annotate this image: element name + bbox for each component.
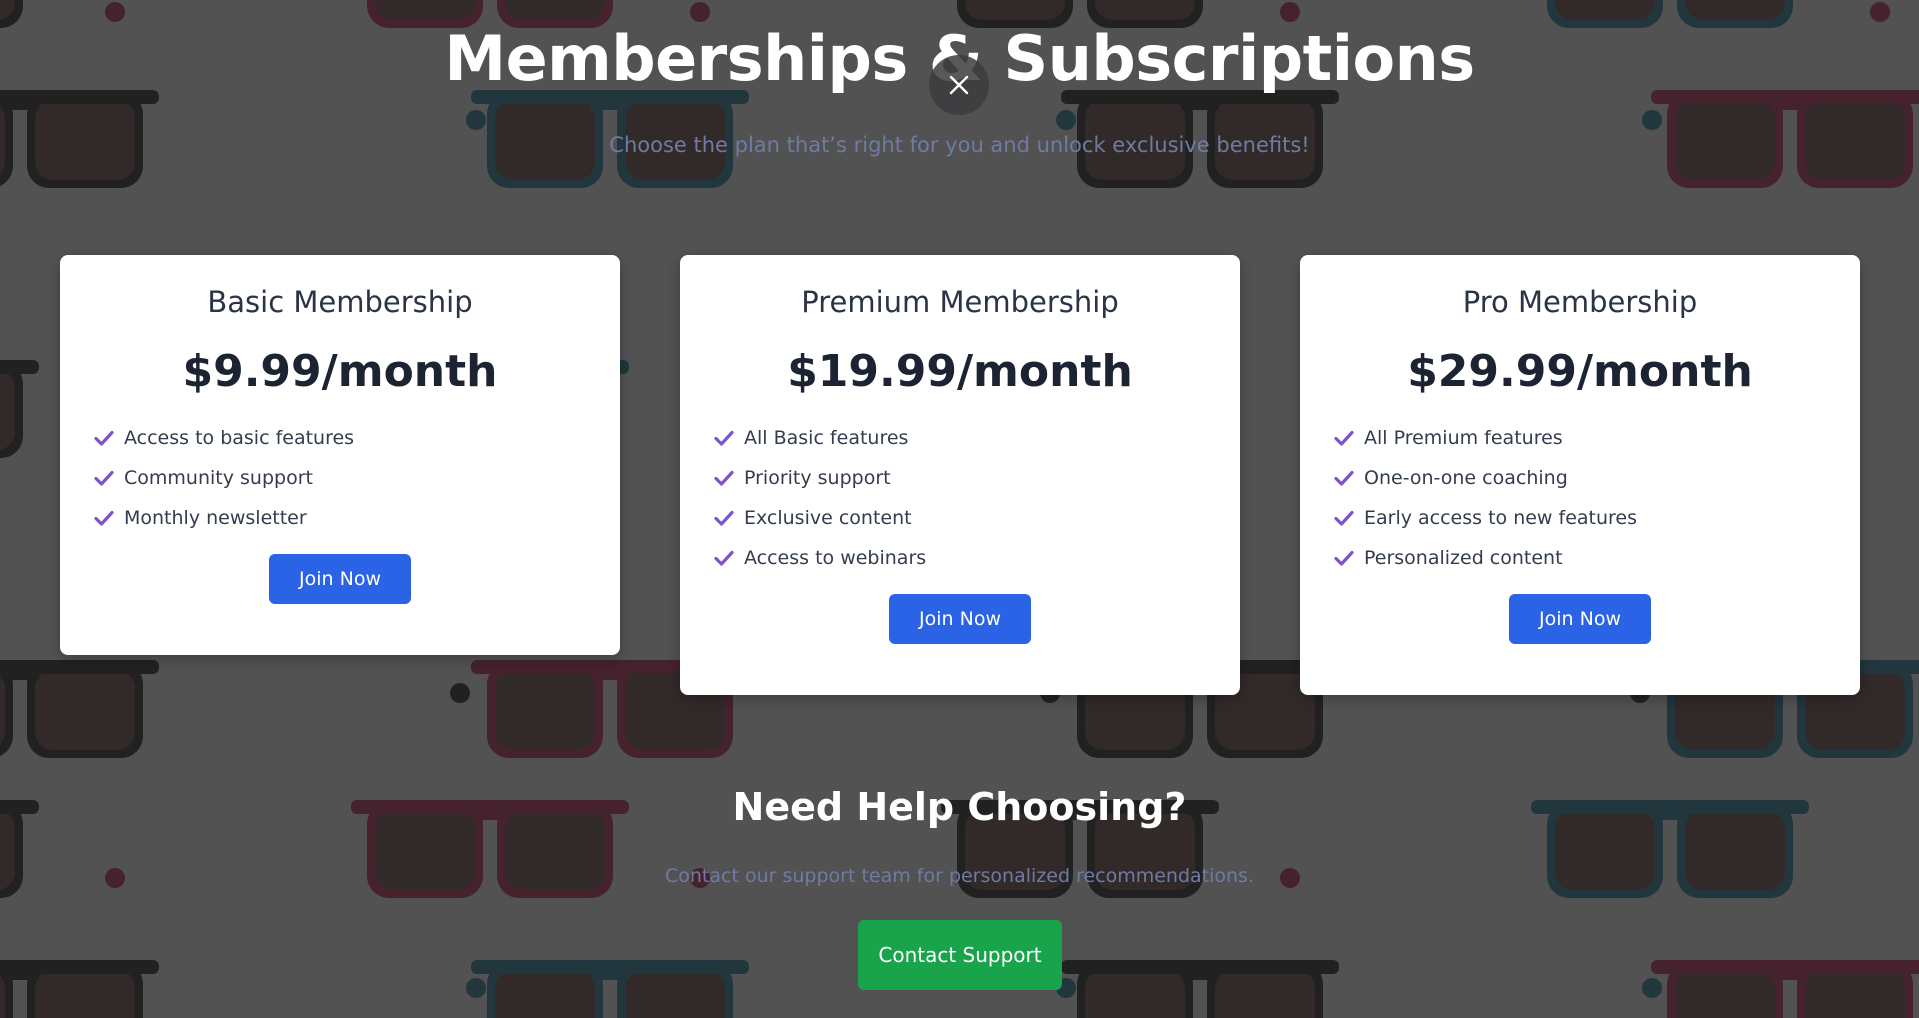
join-now-button-basic[interactable]: Join Now xyxy=(269,554,411,605)
feature-item: Access to basic features xyxy=(94,418,586,458)
plan-price: $19.99/month xyxy=(787,345,1133,397)
plan-price: $9.99/month xyxy=(182,345,498,397)
feature-item: Early access to new features xyxy=(1334,498,1826,538)
feature-label: All Basic features xyxy=(744,427,909,450)
close-button[interactable] xyxy=(929,55,989,115)
check-icon xyxy=(714,511,734,526)
feature-label: Access to basic features xyxy=(124,427,355,450)
memberships-modal: Memberships & Subscriptions Choose the p… xyxy=(0,0,1919,1018)
feature-label: Personalized content xyxy=(1364,547,1563,570)
plan-card-basic: Basic Membership $9.99/month Access to b… xyxy=(60,255,620,655)
check-icon xyxy=(714,471,734,486)
join-now-button-pro[interactable]: Join Now xyxy=(1509,594,1651,645)
feature-list: All Premium features One-on-one coaching… xyxy=(1334,418,1826,578)
plan-title: Premium Membership xyxy=(801,285,1119,319)
feature-label: One-on-one coaching xyxy=(1364,467,1568,490)
feature-label: All Premium features xyxy=(1364,427,1563,450)
page-subtitle: Choose the plan that’s right for you and… xyxy=(609,133,1310,157)
feature-list: All Basic features Priority support Excl… xyxy=(714,418,1206,578)
check-icon xyxy=(94,471,114,486)
check-icon xyxy=(94,431,114,446)
feature-list: Access to basic features Community suppo… xyxy=(94,418,586,538)
feature-label: Priority support xyxy=(744,467,891,490)
feature-item: All Basic features xyxy=(714,418,1206,458)
help-text: Contact our support team for personalize… xyxy=(665,865,1254,887)
plan-price: $29.99/month xyxy=(1407,345,1753,397)
check-icon xyxy=(1334,471,1354,486)
check-icon xyxy=(1334,431,1354,446)
feature-item: Priority support xyxy=(714,458,1206,498)
check-icon xyxy=(1334,551,1354,566)
feature-item: All Premium features xyxy=(1334,418,1826,458)
help-title: Need Help Choosing? xyxy=(732,785,1187,829)
plan-card-pro: Pro Membership $29.99/month All Premium … xyxy=(1300,255,1860,695)
feature-item: Access to webinars xyxy=(714,538,1206,578)
close-icon xyxy=(949,75,969,95)
plan-card-premium: Premium Membership $19.99/month All Basi… xyxy=(680,255,1240,695)
feature-label: Exclusive content xyxy=(744,507,912,530)
feature-item: Monthly newsletter xyxy=(94,498,586,538)
check-icon xyxy=(1334,511,1354,526)
check-icon xyxy=(94,511,114,526)
feature-item: One-on-one coaching xyxy=(1334,458,1826,498)
feature-item: Community support xyxy=(94,458,586,498)
feature-label: Community support xyxy=(124,467,313,490)
plan-title: Basic Membership xyxy=(207,285,473,319)
join-now-button-premium[interactable]: Join Now xyxy=(889,594,1031,645)
check-icon xyxy=(714,551,734,566)
contact-support-button[interactable]: Contact Support xyxy=(858,920,1062,990)
feature-label: Early access to new features xyxy=(1364,507,1638,530)
feature-label: Access to webinars xyxy=(744,547,927,570)
feature-item: Exclusive content xyxy=(714,498,1206,538)
plan-title: Pro Membership xyxy=(1462,285,1698,319)
feature-label: Monthly newsletter xyxy=(124,507,307,530)
check-icon xyxy=(714,431,734,446)
feature-item: Personalized content xyxy=(1334,538,1826,578)
